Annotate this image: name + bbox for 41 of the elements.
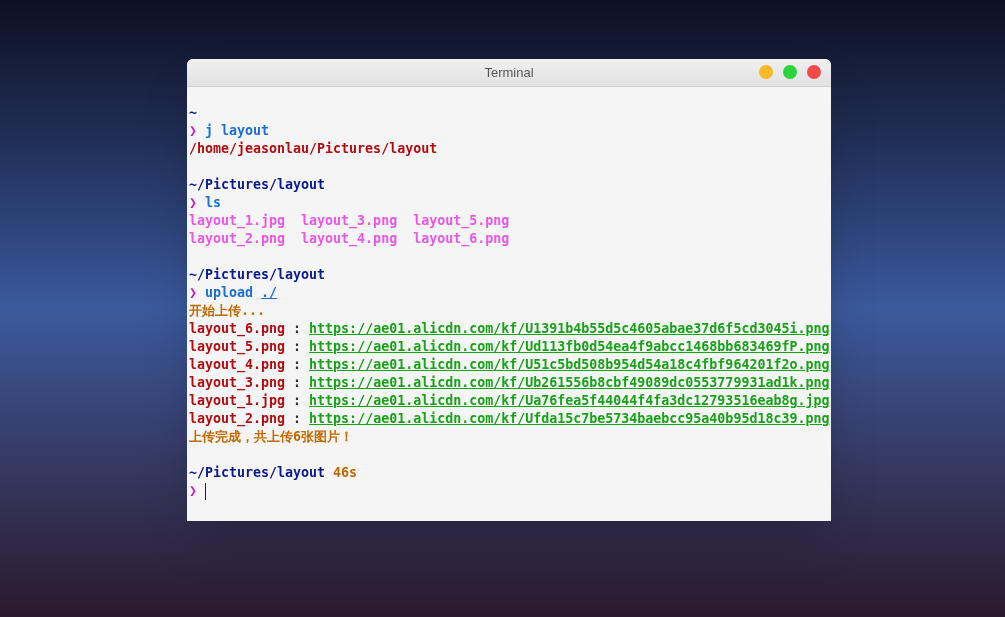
command-text: j layout [205, 122, 270, 140]
separator-text: : [293, 338, 302, 356]
prompt-symbol: ❯ [189, 284, 197, 302]
separator-text: : [293, 374, 302, 392]
separator-text: : [293, 356, 302, 374]
file-name: layout_4.png [189, 356, 286, 374]
prompt-symbol: ❯ [189, 122, 197, 140]
duration-text: 46s [333, 464, 358, 482]
prompt-directory: ~/Pictures/layout [189, 266, 326, 284]
separator-text: : [293, 320, 302, 338]
command-text: upload [205, 284, 254, 302]
url-link[interactable]: https://ae01.alicdn.com/kf/Ub261556b8cbf49089dc0553779931ad1k.png [309, 374, 830, 392]
command-text: ls [205, 194, 222, 212]
window-title: Terminal [484, 63, 534, 82]
close-button[interactable] [807, 65, 821, 79]
file-name: layout_3.png [189, 374, 286, 392]
output-path: /home/jeasonlau/Pictures/layout [189, 140, 438, 158]
url-link[interactable]: https://ae01.alicdn.com/kf/U51c5bd508b954d54a18c4fbf964201f2o.png [309, 356, 830, 374]
file-name: layout_5.png [189, 338, 286, 356]
file-name: layout_2.png [189, 410, 286, 428]
url-link[interactable]: https://ae01.alicdn.com/kf/U1391b4b55d5c4605abae37d6f5cd3045i.png [309, 320, 830, 338]
status-message: 上传完成，共上传6张图片！ [189, 428, 353, 446]
file-listing: layout_2.png layout_4.png layout_6.png [189, 230, 510, 248]
maximize-button[interactable] [783, 65, 797, 79]
prompt-directory: ~/Pictures/layout [189, 176, 326, 194]
prompt-symbol: ❯ [189, 194, 197, 212]
url-link[interactable]: https://ae01.alicdn.com/kf/Ud113fb0d54ea4f9abcc1468bb683469fP.png [309, 338, 830, 356]
prompt-directory: ~/Pictures/layout [189, 464, 326, 482]
minimize-button[interactable] [759, 65, 773, 79]
prompt-symbol: ❯ [189, 482, 197, 500]
separator-text: : [293, 392, 302, 410]
command-argument: ./ [261, 284, 278, 302]
separator-text: : [293, 410, 302, 428]
prompt-directory: ~ [189, 104, 197, 122]
text-cursor [205, 482, 206, 500]
url-link[interactable]: https://ae01.alicdn.com/kf/Ua76fea5f44044f4fa3dc12793516eab8g.jpg [309, 392, 830, 410]
file-listing: layout_1.jpg layout_3.png layout_5.png [189, 212, 510, 230]
status-message: 开始上传... [189, 302, 266, 320]
url-link[interactable]: https://ae01.alicdn.com/kf/Ufda15c7be5734baebcc95a40b95d18c39.png [309, 410, 830, 428]
file-name: layout_1.jpg [189, 392, 286, 410]
file-name: layout_6.png [189, 320, 286, 338]
